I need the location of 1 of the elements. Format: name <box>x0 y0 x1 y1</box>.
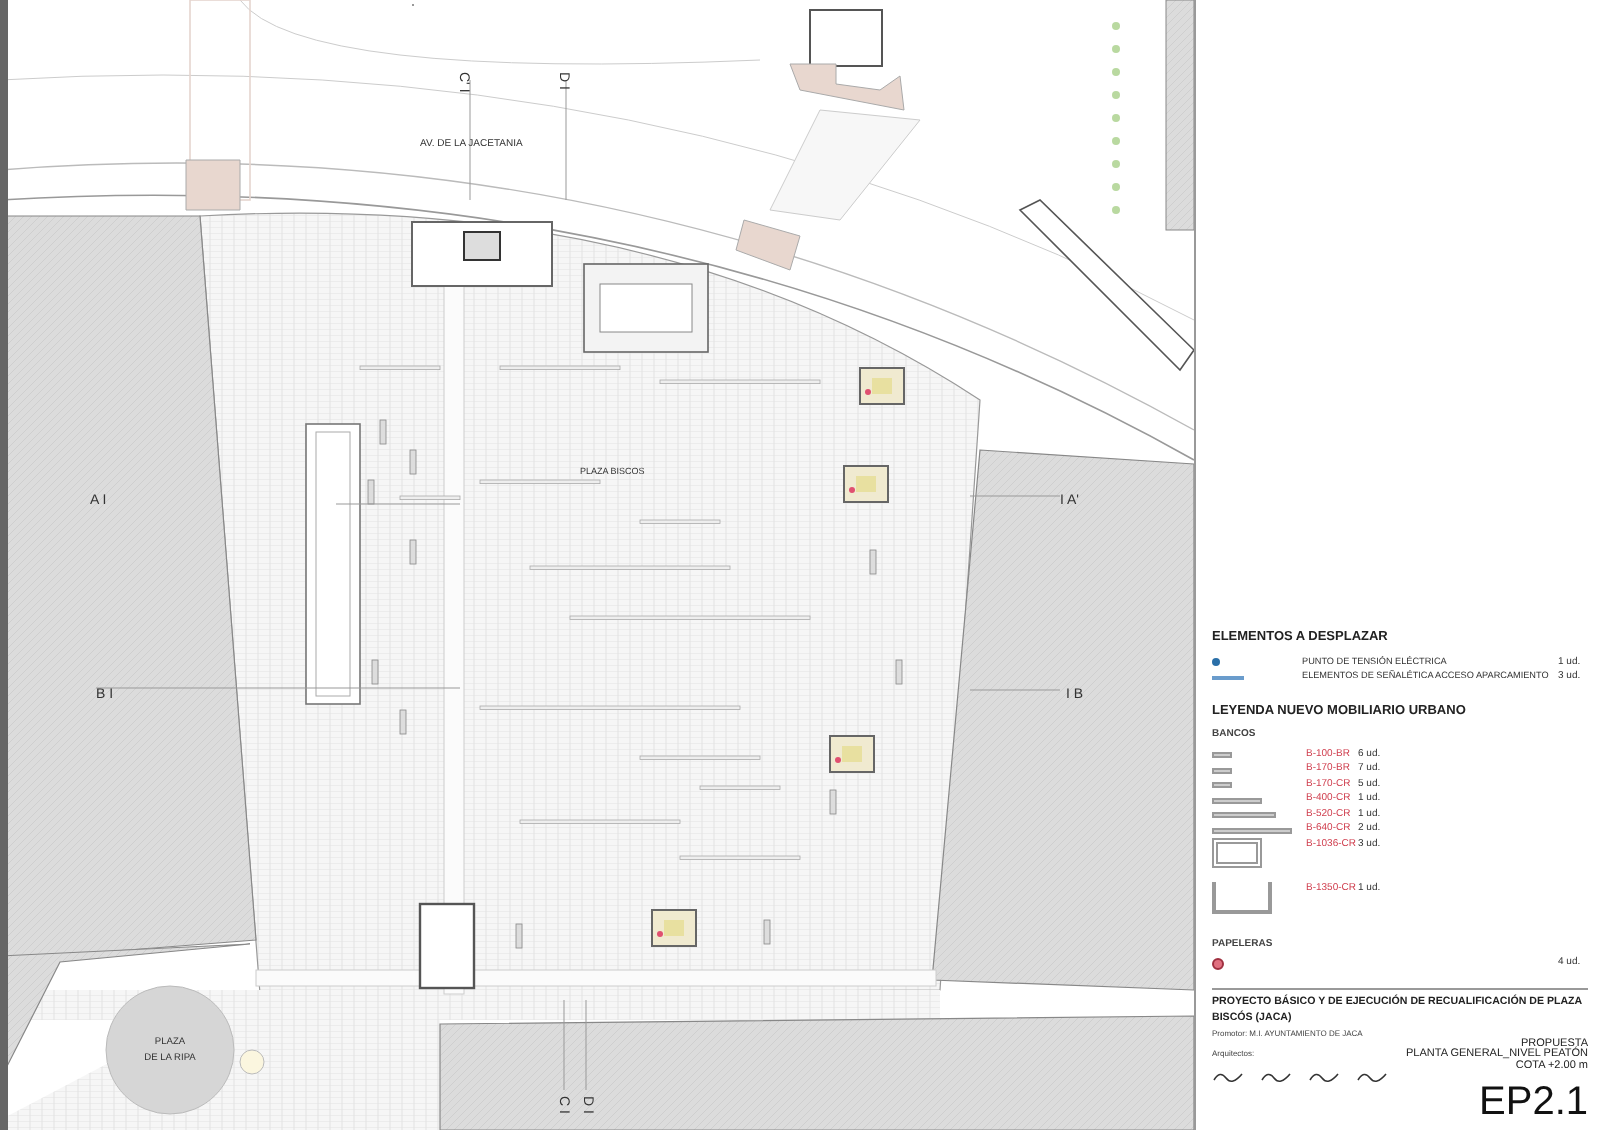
sheet-number: EP2.1 <box>1479 1082 1588 1122</box>
